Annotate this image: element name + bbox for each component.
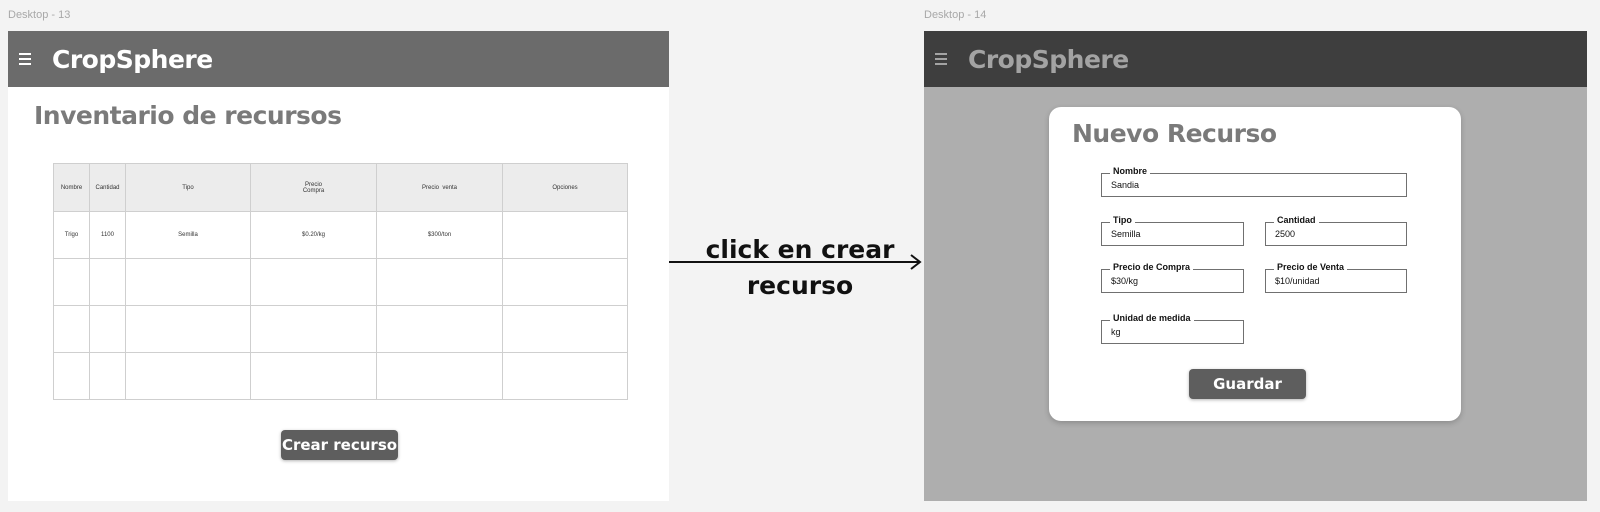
table-row [53,305,628,353]
save-button[interactable]: Guardar [1189,369,1306,399]
unidad-medida-field-value: kg [1111,327,1121,337]
table-row [53,352,628,400]
column-header-cantidad: Cantidad [89,163,126,212]
table-cell [53,352,90,400]
hamburger-menu-icon[interactable] [19,53,41,65]
desktop-13-frame: CropSphere Inventario de recursos Nombre… [8,31,669,501]
table-cell [89,352,126,400]
table-cell [502,258,628,306]
table-cell [89,258,126,306]
column-header-precio-compra: Precio Compra [250,163,377,212]
nombre-field-value: Sandia [1111,180,1140,190]
table-cell: Trigo [53,211,90,259]
nombre-field[interactable]: Nombre Sandia [1101,166,1407,197]
table-cell [89,305,126,353]
hamburger-menu-icon[interactable] [935,53,957,65]
cantidad-field[interactable]: Cantidad 2500 [1265,215,1407,246]
table-row[interactable]: Trigo 1100 Semilla $0.20/kg $300/ton [53,211,628,259]
table-row [53,258,628,306]
table-cell [250,258,377,306]
frame-label-desktop-13: Desktop - 13 [8,9,71,21]
table-cell [250,352,377,400]
transition-annotation: click en crear recurso [690,232,910,304]
table-cell [53,258,90,306]
page-title: Inventario de recursos [34,101,342,130]
table-cell [376,352,503,400]
cantidad-field-value: 2500 [1275,229,1296,239]
table-cell [125,305,251,353]
table-cell [502,352,628,400]
precio-compra-field-value: $30/kg [1111,276,1139,286]
unidad-medida-field-label: Unidad de medida [1110,313,1194,323]
precio-venta-field-value: $10/unidad [1275,276,1320,286]
new-resource-dialog: Nuevo Recurso Nombre Sandia Tipo Semilla… [1049,107,1461,421]
dialog-title: Nuevo Recurso [1072,119,1277,148]
unidad-medida-field[interactable]: Unidad de medida kg [1101,313,1244,344]
table-header-row: Nombre Cantidad Tipo Precio Compra Preci… [53,163,628,212]
app-title: CropSphere [968,44,1129,74]
table-cell [53,305,90,353]
table-cell [125,352,251,400]
table-cell: Semilla [125,211,251,259]
app-bar: CropSphere [8,31,669,87]
create-resource-button[interactable]: Crear recurso [281,430,398,460]
precio-compra-field[interactable]: Precio de Compra $30/kg [1101,262,1244,293]
app-bar: CropSphere [924,31,1587,87]
table-cell [502,211,628,259]
table-cell [376,305,503,353]
app-title: CropSphere [52,44,213,74]
tipo-field[interactable]: Tipo Semilla [1101,215,1244,246]
tipo-field-value: Semilla [1111,229,1141,239]
column-header-nombre: Nombre [53,163,90,212]
table-cell [502,305,628,353]
cantidad-field-label: Cantidad [1274,215,1319,225]
nombre-field-label: Nombre [1110,166,1151,176]
precio-venta-field[interactable]: Precio de Venta $10/unidad [1265,262,1407,293]
table-cell: $0.20/kg [250,211,377,259]
precio-compra-field-label: Precio de Compra [1110,262,1194,272]
column-header-opciones: Opciones [502,163,628,212]
desktop-14-frame: CropSphere Nuevo Recurso Nombre Sandia T… [924,31,1587,501]
tipo-field-label: Tipo [1110,215,1135,225]
frame-label-desktop-14: Desktop - 14 [924,9,987,21]
column-header-precio-venta: Precio venta [376,163,503,212]
table-cell: 1100 [89,211,126,259]
inventory-table: Nombre Cantidad Tipo Precio Compra Preci… [53,163,628,400]
table-cell: $300/ton [376,211,503,259]
table-cell [250,305,377,353]
column-header-tipo: Tipo [125,163,251,212]
precio-venta-field-label: Precio de Venta [1274,262,1348,272]
annotation-line-1: click en crear [705,235,895,264]
table-cell [125,258,251,306]
table-cell [376,258,503,306]
annotation-line-2: recurso [746,271,854,300]
